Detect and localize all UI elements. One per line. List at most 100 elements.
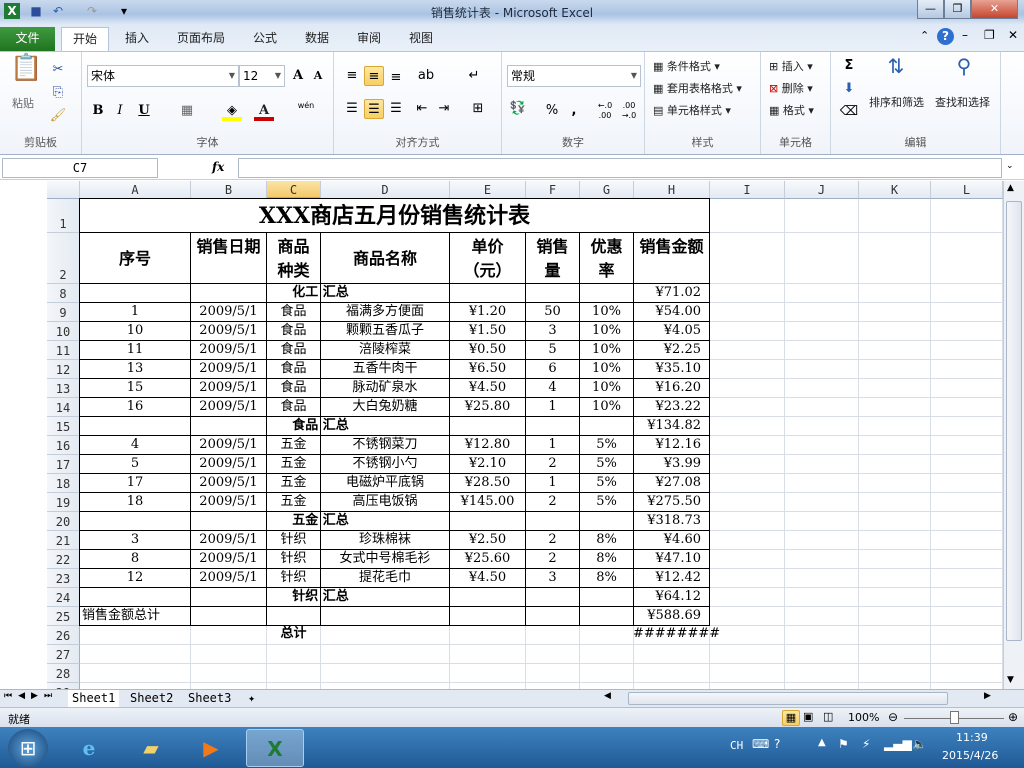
grand-total-label[interactable]: 销售金额总计 (79, 606, 191, 626)
align-right-icon[interactable]: ☰ (386, 99, 406, 119)
table-cell[interactable]: ¥12.16 (633, 435, 710, 455)
row-header-20[interactable]: 20 (47, 512, 80, 531)
select-all-corner[interactable] (47, 181, 80, 199)
table-cell[interactable] (579, 606, 634, 626)
table-cell[interactable] (266, 606, 321, 626)
row-header-28[interactable]: 28 (47, 664, 80, 683)
table-cell[interactable]: 10% (579, 378, 634, 398)
bold-button[interactable]: B (88, 101, 108, 121)
table-cell[interactable]: ¥25.80 (449, 397, 526, 417)
font-color-icon[interactable]: A (254, 101, 274, 121)
excel-taskbar-icon[interactable]: X (246, 729, 304, 767)
table-cell[interactable]: 2 (525, 454, 580, 474)
row-header-23[interactable]: 23 (47, 569, 80, 588)
number-format-select[interactable]: 常规 ▼ (507, 65, 641, 87)
autosum-button[interactable]: Σ (839, 56, 859, 76)
close-button[interactable]: ✕ (971, 0, 1018, 19)
table-cell[interactable]: 五金 (266, 435, 321, 455)
table-cell[interactable]: 11 (79, 340, 191, 360)
table-cell[interactable] (579, 283, 634, 303)
find-binoculars-icon[interactable]: ⚲ (949, 56, 979, 90)
table-cell[interactable] (320, 606, 450, 626)
table-cell[interactable]: ¥23.22 (633, 397, 710, 417)
scroll-down-icon[interactable]: ▼ (1007, 675, 1014, 685)
table-cell[interactable]: 不锈钢菜刀 (320, 435, 450, 455)
table-cell[interactable]: 3 (79, 530, 191, 550)
format-painter-icon[interactable]: 🖌 (48, 106, 68, 126)
table-cell[interactable]: ¥4.60 (633, 530, 710, 550)
table-cell[interactable]: ¥54.00 (633, 302, 710, 322)
table-cell[interactable]: ¥1.20 (449, 302, 526, 322)
align-top-icon[interactable]: ≡ (342, 66, 362, 86)
table-cell[interactable]: 5 (525, 340, 580, 360)
table-cell[interactable]: 10% (579, 302, 634, 322)
merge-center-icon[interactable]: ⊞ (468, 99, 488, 119)
table-cell[interactable] (525, 511, 580, 531)
show-hidden-icons[interactable]: ▲ (818, 737, 826, 748)
row-header-8[interactable]: 8 (47, 284, 80, 303)
table-cell[interactable]: ¥12.42 (633, 568, 710, 588)
tab-home[interactable]: 开始 (61, 27, 110, 51)
table-cell[interactable]: 3 (525, 568, 580, 588)
table-cell[interactable]: 2009/5/1 (190, 359, 267, 379)
horizontal-scroll-thumb[interactable] (628, 692, 948, 705)
tab-data[interactable]: 数据 (294, 27, 340, 51)
borders-icon[interactable]: ▦ (177, 101, 197, 121)
column-header-k[interactable]: K (859, 181, 931, 199)
row-header-2[interactable]: 2 (47, 233, 80, 284)
table-cell[interactable]: ¥25.60 (449, 549, 526, 569)
row-header-16[interactable]: 16 (47, 436, 80, 455)
table-cell[interactable]: 3 (525, 321, 580, 341)
table-cell[interactable]: 食品 (266, 378, 321, 398)
align-bottom-icon[interactable]: ≡ (386, 68, 406, 88)
worksheet-grid[interactable]: A B C D E F G H I J K L 1 2 8 9 10 11 12 13 14 15 16 17 18 19 20 21… (0, 181, 1003, 689)
table-cell[interactable]: 1 (79, 302, 191, 322)
cell-styles-button[interactable]: ▤ 单元格样式 ▾ (653, 102, 731, 118)
decrease-indent-icon[interactable]: ⇤ (412, 99, 432, 119)
subtotal-amount[interactable]: ¥134.82 (633, 416, 710, 436)
italic-button[interactable]: I (110, 101, 130, 121)
table-cell[interactable]: 4 (525, 378, 580, 398)
paste-button[interactable]: 粘贴 (12, 95, 34, 111)
table-cell[interactable] (79, 587, 191, 607)
total-label[interactable]: 总计 (266, 625, 321, 645)
media-player-icon[interactable]: ▶ (186, 729, 236, 767)
table-cell[interactable]: 4 (79, 435, 191, 455)
help-tray-icon[interactable]: ? (774, 737, 780, 751)
orientation-icon[interactable]: ab (416, 66, 436, 86)
table-cell[interactable]: 高压电饭锅 (320, 492, 450, 512)
zoom-level[interactable]: 100% (848, 711, 879, 724)
insert-function-button[interactable]: fx (212, 160, 224, 174)
table-cell[interactable]: 2 (525, 549, 580, 569)
table-cell[interactable]: 大白兔奶糖 (320, 397, 450, 417)
column-title[interactable]: 优惠率 (579, 232, 634, 284)
table-cell[interactable]: 8 (79, 549, 191, 569)
row-header-13[interactable]: 13 (47, 379, 80, 398)
decrease-decimal-button[interactable]: .00 →.0 (619, 101, 639, 121)
internet-explorer-icon[interactable]: e (64, 729, 114, 767)
sort-filter-button[interactable]: 排序和筛选 (869, 94, 924, 110)
table-cell[interactable]: ¥28.50 (449, 473, 526, 493)
increase-indent-icon[interactable]: ⇥ (434, 99, 454, 119)
sheet-nav-icons[interactable]: ⏮◀▶⏭ (4, 691, 58, 701)
restore-button[interactable]: ❐ (944, 0, 971, 19)
wrap-text-icon[interactable]: ↵ (464, 66, 484, 86)
sheet-tab-sheet2[interactable]: Sheet2 (126, 690, 177, 707)
subtotal-label[interactable]: 食品 汇总 (201, 416, 440, 436)
table-cell[interactable]: 五金 (266, 492, 321, 512)
table-cell[interactable]: 食品 (266, 359, 321, 379)
grow-font-icon[interactable]: A (288, 66, 308, 86)
workbook-close-icon[interactable]: ✕ (1008, 28, 1018, 42)
table-cell[interactable]: 涪陵榨菜 (320, 340, 450, 360)
table-cell[interactable]: 15 (79, 378, 191, 398)
table-cell[interactable]: 5% (579, 435, 634, 455)
workbook-restore-icon[interactable]: ❐ (984, 28, 995, 42)
scroll-up-icon[interactable]: ▲ (1007, 183, 1014, 193)
table-cell[interactable] (190, 606, 267, 626)
column-title[interactable]: 单价（元） (449, 232, 526, 284)
table-cell[interactable] (449, 416, 526, 436)
insert-sheet-icon[interactable]: ✦ (244, 690, 259, 707)
table-cell[interactable] (579, 416, 634, 436)
column-title[interactable]: 销售金额 (633, 232, 710, 284)
sheet-title[interactable]: XXX商店五月份销售统计表 (79, 198, 710, 233)
